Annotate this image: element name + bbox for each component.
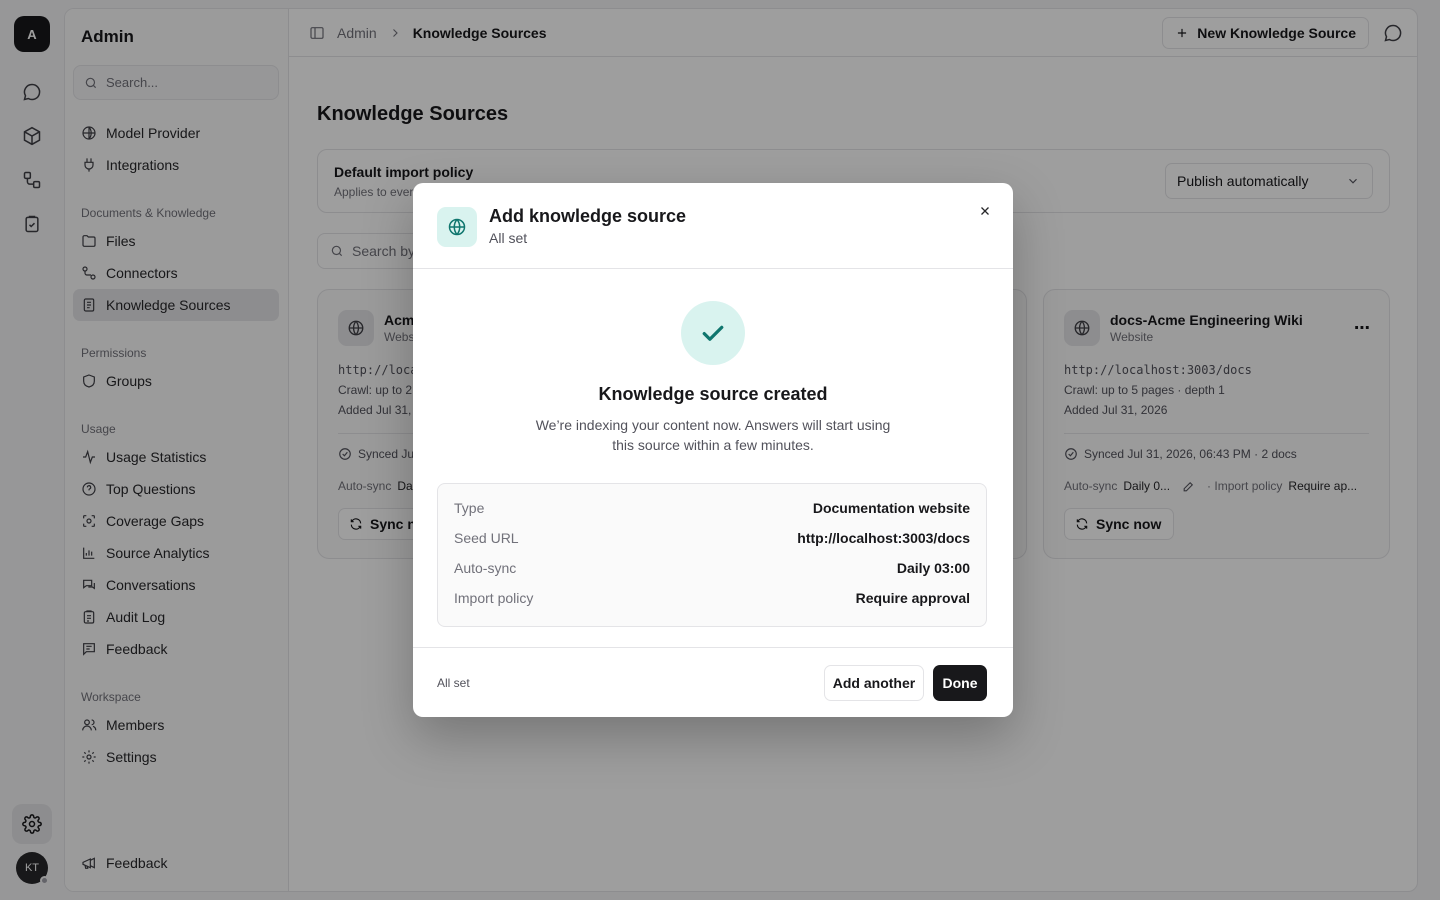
summary-value: Documentation website <box>812 500 970 516</box>
source-summary: Type Documentation website Seed URL http… <box>437 483 987 627</box>
summary-key: Seed URL <box>454 530 519 546</box>
footer-status: All set <box>437 676 470 690</box>
success-heading: Knowledge source created <box>598 384 828 404</box>
summary-row: Import policy Require approval <box>454 590 970 610</box>
add-knowledge-source-dialog: Add knowledge source All set Knowledge s… <box>413 183 1013 717</box>
summary-row: Seed URL http://localhost:3003/docs <box>454 530 970 550</box>
summary-row: Auto-sync Daily 03:00 <box>454 560 970 580</box>
dialog-footer: All set Add another Done <box>413 647 1013 717</box>
done-button[interactable]: Done <box>933 665 987 701</box>
dialog-subtitle: All set <box>489 230 528 246</box>
summary-value: http://localhost:3003/docs <box>797 530 970 546</box>
close-icon[interactable] <box>973 199 997 223</box>
summary-value: Require approval <box>855 590 970 606</box>
summary-key: Import policy <box>454 590 534 606</box>
success-check-icon <box>681 301 745 365</box>
summary-key: Type <box>454 500 485 516</box>
globe-icon <box>437 207 477 247</box>
summary-value: Daily 03:00 <box>896 560 970 576</box>
dialog-title: Add knowledge source <box>489 206 687 226</box>
dialog-header: Add knowledge source All set <box>413 183 1013 269</box>
add-another-button[interactable]: Add another <box>824 665 924 701</box>
summary-key: Auto-sync <box>454 560 517 576</box>
summary-row: Type Documentation website <box>454 500 970 520</box>
success-description: We’re indexing your content now. Answers… <box>535 417 891 453</box>
